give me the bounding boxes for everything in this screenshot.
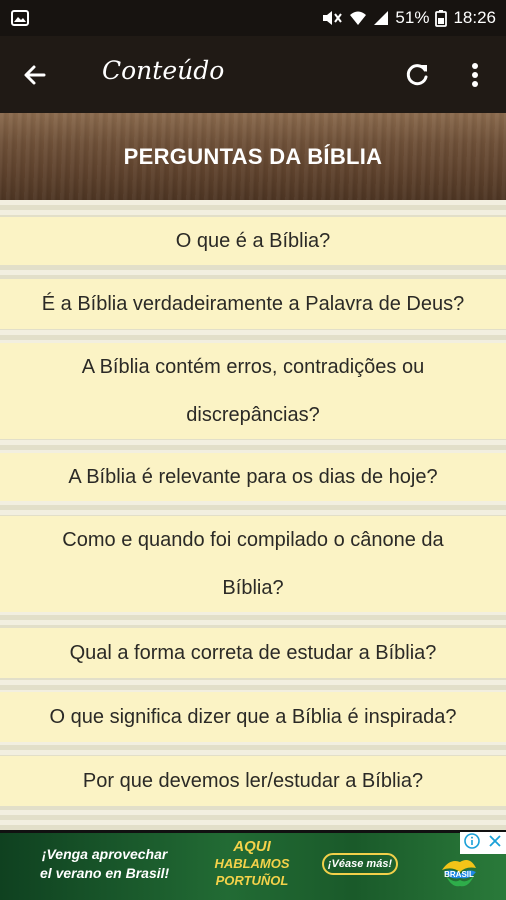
section-banner: PERGUNTAS DA BÍBLIA <box>0 113 506 200</box>
status-bar: 51% 18:26 <box>0 0 506 36</box>
ad-banner[interactable]: ¡Venga aprovechar el verano en Brasil! A… <box>0 830 506 900</box>
list-item-label: O que significa dizer que a Bíblia é ins… <box>49 706 457 728</box>
list-item-label: Por que devemos ler/estudar a Bíblia? <box>82 770 424 792</box>
battery-percent: 51% <box>395 8 430 27</box>
gallery-notification-icon <box>10 8 30 28</box>
ad-divider <box>0 830 506 833</box>
list-item[interactable]: Como e quando foi compilado o cânone da … <box>0 516 506 612</box>
list-item-label: A Bíblia é relevante para os dias de hoj… <box>68 466 438 488</box>
list-item-label: Qual a forma correta de estudar a Bíblia… <box>69 642 437 664</box>
ad-close-icon[interactable] <box>488 834 502 853</box>
question-list: O que é a Bíblia? É a Bíblia verdadeiram… <box>0 200 506 830</box>
clock: 18:26 <box>453 8 496 27</box>
list-item[interactable]: Qual a forma correta de estudar a Bíblia… <box>0 628 506 678</box>
section-title: PERGUNTAS DA BÍBLIA <box>123 143 383 169</box>
app-bar: Conteúdo <box>0 36 506 113</box>
ad-slogan-line: el verano en Brasil! <box>40 865 170 881</box>
list-item[interactable]: O que significa dizer que a Bíblia é ins… <box>0 692 506 742</box>
brasil-logo-text: BRASIL <box>444 870 474 879</box>
ad-logo: AQUI HABLAMOS PORTUÑOL <box>212 838 292 896</box>
ad-slogan-line: ¡Venga aprovechar <box>41 846 168 862</box>
signal-icon <box>373 10 389 26</box>
list-item[interactable]: É a Bíblia verdadeiramente a Palavra de … <box>0 279 506 329</box>
back-arrow-icon[interactable] <box>18 58 52 92</box>
list-item[interactable]: A Bíblia é relevante para os dias de hoj… <box>0 453 506 501</box>
ad-info-icon[interactable] <box>464 832 480 854</box>
ad-logo-line: PORTUÑOL <box>215 873 289 888</box>
ad-choices[interactable] <box>460 832 506 854</box>
list-item-label: Como e quando foi compilado o cânone da … <box>62 529 444 599</box>
list-item-label: A Bíblia contém erros, contradições ou d… <box>81 356 425 426</box>
more-options-icon[interactable] <box>460 56 490 94</box>
list-item[interactable]: Por que devemos ler/estudar a Bíblia? <box>0 756 506 806</box>
list-item[interactable]: O que é a Bíblia? <box>0 217 506 265</box>
refresh-icon[interactable] <box>398 56 436 94</box>
list-item-label: O que é a Bíblia? <box>175 230 331 252</box>
ad-cta-button[interactable]: ¡Véase más! <box>322 853 398 875</box>
ad-slogan: ¡Venga aprovechar el verano en Brasil! <box>40 845 169 883</box>
ad-logo-line: HABLAMOS <box>214 856 290 871</box>
wifi-icon <box>349 10 367 26</box>
mute-icon <box>321 9 343 27</box>
brasil-logo-icon: BRASIL <box>436 850 482 896</box>
list-item-label: É a Bíblia verdadeiramente a Palavra de … <box>41 293 465 315</box>
page-title: Conteúdo <box>102 56 225 85</box>
battery-icon <box>435 9 448 27</box>
ad-logo-line: AQUI <box>233 838 271 855</box>
list-item[interactable]: A Bíblia contém erros, contradições ou d… <box>0 343 506 439</box>
